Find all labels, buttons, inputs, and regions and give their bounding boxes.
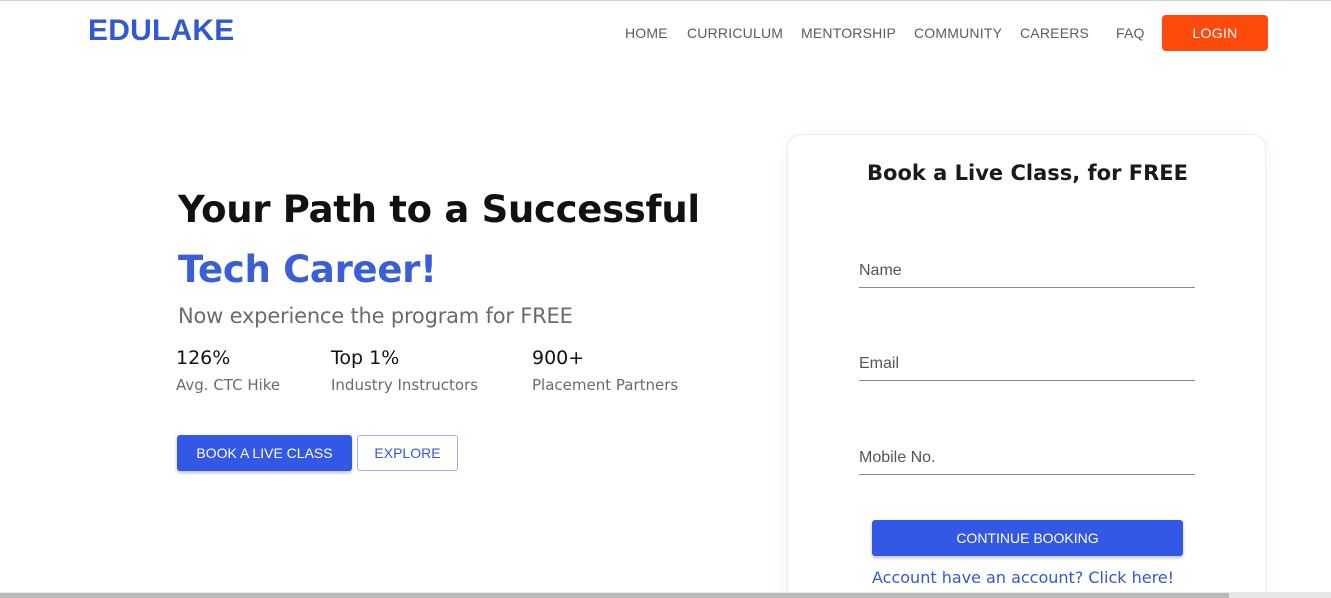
booking-form-card: Book a Live Class, for FREE CONTINUE BOO…	[787, 134, 1266, 598]
stat-instructors: Top 1% Industry Instructors	[331, 347, 478, 394]
nav-home-link[interactable]: HOME	[625, 25, 668, 41]
name-input[interactable]	[859, 262, 1195, 288]
login-button[interactable]: LOGIN	[1162, 15, 1268, 51]
login-here-link[interactable]: Account have an account? Click here!	[872, 568, 1174, 587]
book-live-class-button[interactable]: BOOK A LIVE CLASS	[177, 435, 352, 471]
stat-label: Industry Instructors	[331, 376, 479, 394]
stat-value: Top 1%	[331, 347, 400, 369]
scrollbar-thumb[interactable]	[0, 593, 1229, 598]
hero-subtitle: Now experience the program for FREE	[178, 304, 573, 328]
stat-value: 900+	[532, 347, 585, 369]
top-border	[0, 0, 1331, 1]
stat-placement-partners: 900+ Placement Partners	[532, 347, 678, 394]
nav-faq-link[interactable]: FAQ	[1116, 25, 1145, 41]
hero-title-highlight: Tech Career!	[178, 248, 437, 291]
explore-button[interactable]: EXPLORE	[357, 435, 458, 471]
nav-careers-link[interactable]: CAREERS	[1020, 25, 1089, 41]
name-field-wrapper	[859, 262, 1195, 288]
stat-value: 126%	[176, 347, 231, 369]
nav-mentorship-link[interactable]: MENTORSHIP	[801, 25, 896, 41]
nav-curriculum-link[interactable]: CURRICULUM	[687, 25, 783, 41]
site-logo[interactable]: EDULAKE	[88, 14, 234, 48]
nav-community-link[interactable]: COMMUNITY	[914, 25, 1002, 41]
email-input[interactable]	[859, 355, 1195, 381]
mobile-input[interactable]	[859, 449, 1195, 475]
mobile-field-wrapper	[859, 449, 1195, 475]
stat-label: Placement Partners	[532, 376, 679, 394]
form-title: Book a Live Class, for FREE	[867, 161, 1188, 185]
continue-booking-button[interactable]: CONTINUE BOOKING	[872, 520, 1183, 556]
stat-ctc-hike: 126% Avg. CTC Hike	[176, 347, 280, 394]
email-field-wrapper	[859, 355, 1195, 381]
stat-label: Avg. CTC Hike	[176, 376, 281, 394]
horizontal-scrollbar[interactable]	[0, 592, 1331, 598]
hero-title: Your Path to a Successful	[178, 188, 700, 231]
